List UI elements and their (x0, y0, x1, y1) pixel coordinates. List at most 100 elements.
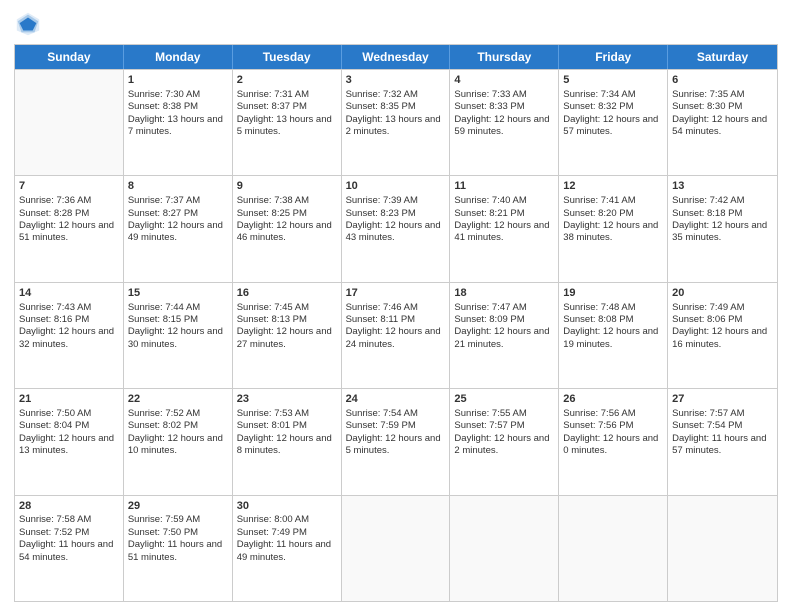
cell-info: Sunrise: 7:37 AMSunset: 8:27 PMDaylight:… (128, 195, 228, 244)
calendar-cell: 18Sunrise: 7:47 AMSunset: 8:09 PMDayligh… (450, 283, 559, 388)
weekday-header: Monday (124, 45, 233, 69)
cell-info: Sunrise: 7:52 AMSunset: 8:02 PMDaylight:… (128, 408, 228, 457)
calendar-cell: 7Sunrise: 7:36 AMSunset: 8:28 PMDaylight… (15, 176, 124, 281)
cell-info: Sunrise: 7:32 AMSunset: 8:35 PMDaylight:… (346, 89, 446, 138)
calendar-cell: 6Sunrise: 7:35 AMSunset: 8:30 PMDaylight… (668, 70, 777, 175)
calendar-row: 7Sunrise: 7:36 AMSunset: 8:28 PMDaylight… (15, 175, 777, 281)
cell-info: Sunrise: 7:35 AMSunset: 8:30 PMDaylight:… (672, 89, 773, 138)
day-number: 17 (346, 286, 446, 301)
weekday-header: Thursday (450, 45, 559, 69)
day-number: 25 (454, 392, 554, 407)
weekday-header: Friday (559, 45, 668, 69)
day-number: 28 (19, 499, 119, 514)
calendar-cell: 19Sunrise: 7:48 AMSunset: 8:08 PMDayligh… (559, 283, 668, 388)
cell-info: Sunrise: 7:42 AMSunset: 8:18 PMDaylight:… (672, 195, 773, 244)
cell-info: Sunrise: 7:49 AMSunset: 8:06 PMDaylight:… (672, 302, 773, 351)
logo (14, 10, 46, 38)
weekday-header: Tuesday (233, 45, 342, 69)
calendar-cell: 4Sunrise: 7:33 AMSunset: 8:33 PMDaylight… (450, 70, 559, 175)
weekday-header: Wednesday (342, 45, 451, 69)
calendar-cell: 10Sunrise: 7:39 AMSunset: 8:23 PMDayligh… (342, 176, 451, 281)
calendar-cell: 30Sunrise: 8:00 AMSunset: 7:49 PMDayligh… (233, 496, 342, 601)
logo-icon (14, 10, 42, 38)
day-number: 4 (454, 73, 554, 88)
calendar-cell: 21Sunrise: 7:50 AMSunset: 8:04 PMDayligh… (15, 389, 124, 494)
day-number: 6 (672, 73, 773, 88)
cell-info: Sunrise: 7:59 AMSunset: 7:50 PMDaylight:… (128, 514, 228, 563)
cell-info: Sunrise: 7:54 AMSunset: 7:59 PMDaylight:… (346, 408, 446, 457)
calendar-cell: 12Sunrise: 7:41 AMSunset: 8:20 PMDayligh… (559, 176, 668, 281)
cell-info: Sunrise: 7:55 AMSunset: 7:57 PMDaylight:… (454, 408, 554, 457)
day-number: 15 (128, 286, 228, 301)
day-number: 8 (128, 179, 228, 194)
day-number: 26 (563, 392, 663, 407)
calendar-cell: 27Sunrise: 7:57 AMSunset: 7:54 PMDayligh… (668, 389, 777, 494)
calendar-cell: 5Sunrise: 7:34 AMSunset: 8:32 PMDaylight… (559, 70, 668, 175)
calendar-cell: 15Sunrise: 7:44 AMSunset: 8:15 PMDayligh… (124, 283, 233, 388)
day-number: 13 (672, 179, 773, 194)
cell-info: Sunrise: 7:39 AMSunset: 8:23 PMDaylight:… (346, 195, 446, 244)
day-number: 1 (128, 73, 228, 88)
day-number: 5 (563, 73, 663, 88)
calendar-cell (15, 70, 124, 175)
day-number: 20 (672, 286, 773, 301)
calendar-header: SundayMondayTuesdayWednesdayThursdayFrid… (15, 45, 777, 69)
day-number: 3 (346, 73, 446, 88)
cell-info: Sunrise: 7:30 AMSunset: 8:38 PMDaylight:… (128, 89, 228, 138)
day-number: 16 (237, 286, 337, 301)
day-number: 12 (563, 179, 663, 194)
cell-info: Sunrise: 7:33 AMSunset: 8:33 PMDaylight:… (454, 89, 554, 138)
calendar-row: 1Sunrise: 7:30 AMSunset: 8:38 PMDaylight… (15, 69, 777, 175)
calendar-cell: 16Sunrise: 7:45 AMSunset: 8:13 PMDayligh… (233, 283, 342, 388)
calendar-cell: 2Sunrise: 7:31 AMSunset: 8:37 PMDaylight… (233, 70, 342, 175)
cell-info: Sunrise: 7:57 AMSunset: 7:54 PMDaylight:… (672, 408, 773, 457)
calendar-cell: 9Sunrise: 7:38 AMSunset: 8:25 PMDaylight… (233, 176, 342, 281)
weekday-header: Saturday (668, 45, 777, 69)
calendar-body: 1Sunrise: 7:30 AMSunset: 8:38 PMDaylight… (15, 69, 777, 601)
calendar-cell: 14Sunrise: 7:43 AMSunset: 8:16 PMDayligh… (15, 283, 124, 388)
calendar-cell: 17Sunrise: 7:46 AMSunset: 8:11 PMDayligh… (342, 283, 451, 388)
day-number: 29 (128, 499, 228, 514)
day-number: 22 (128, 392, 228, 407)
calendar-row: 21Sunrise: 7:50 AMSunset: 8:04 PMDayligh… (15, 388, 777, 494)
cell-info: Sunrise: 7:48 AMSunset: 8:08 PMDaylight:… (563, 302, 663, 351)
day-number: 30 (237, 499, 337, 514)
day-number: 2 (237, 73, 337, 88)
cell-info: Sunrise: 7:47 AMSunset: 8:09 PMDaylight:… (454, 302, 554, 351)
day-number: 11 (454, 179, 554, 194)
cell-info: Sunrise: 7:34 AMSunset: 8:32 PMDaylight:… (563, 89, 663, 138)
calendar-cell: 26Sunrise: 7:56 AMSunset: 7:56 PMDayligh… (559, 389, 668, 494)
calendar: SundayMondayTuesdayWednesdayThursdayFrid… (14, 44, 778, 602)
calendar-cell: 13Sunrise: 7:42 AMSunset: 8:18 PMDayligh… (668, 176, 777, 281)
calendar-cell: 3Sunrise: 7:32 AMSunset: 8:35 PMDaylight… (342, 70, 451, 175)
cell-info: Sunrise: 7:41 AMSunset: 8:20 PMDaylight:… (563, 195, 663, 244)
calendar-page: SundayMondayTuesdayWednesdayThursdayFrid… (0, 0, 792, 612)
cell-info: Sunrise: 7:56 AMSunset: 7:56 PMDaylight:… (563, 408, 663, 457)
day-number: 19 (563, 286, 663, 301)
day-number: 18 (454, 286, 554, 301)
calendar-cell (559, 496, 668, 601)
day-number: 24 (346, 392, 446, 407)
calendar-cell: 11Sunrise: 7:40 AMSunset: 8:21 PMDayligh… (450, 176, 559, 281)
cell-info: Sunrise: 7:50 AMSunset: 8:04 PMDaylight:… (19, 408, 119, 457)
cell-info: Sunrise: 7:58 AMSunset: 7:52 PMDaylight:… (19, 514, 119, 563)
day-number: 7 (19, 179, 119, 194)
cell-info: Sunrise: 7:46 AMSunset: 8:11 PMDaylight:… (346, 302, 446, 351)
calendar-cell (668, 496, 777, 601)
cell-info: Sunrise: 8:00 AMSunset: 7:49 PMDaylight:… (237, 514, 337, 563)
cell-info: Sunrise: 7:36 AMSunset: 8:28 PMDaylight:… (19, 195, 119, 244)
cell-info: Sunrise: 7:40 AMSunset: 8:21 PMDaylight:… (454, 195, 554, 244)
day-number: 23 (237, 392, 337, 407)
day-number: 10 (346, 179, 446, 194)
day-number: 27 (672, 392, 773, 407)
calendar-cell: 20Sunrise: 7:49 AMSunset: 8:06 PMDayligh… (668, 283, 777, 388)
calendar-cell: 28Sunrise: 7:58 AMSunset: 7:52 PMDayligh… (15, 496, 124, 601)
cell-info: Sunrise: 7:38 AMSunset: 8:25 PMDaylight:… (237, 195, 337, 244)
calendar-cell: 29Sunrise: 7:59 AMSunset: 7:50 PMDayligh… (124, 496, 233, 601)
calendar-cell: 8Sunrise: 7:37 AMSunset: 8:27 PMDaylight… (124, 176, 233, 281)
calendar-cell: 25Sunrise: 7:55 AMSunset: 7:57 PMDayligh… (450, 389, 559, 494)
cell-info: Sunrise: 7:31 AMSunset: 8:37 PMDaylight:… (237, 89, 337, 138)
calendar-cell: 22Sunrise: 7:52 AMSunset: 8:02 PMDayligh… (124, 389, 233, 494)
calendar-cell: 1Sunrise: 7:30 AMSunset: 8:38 PMDaylight… (124, 70, 233, 175)
calendar-cell (342, 496, 451, 601)
